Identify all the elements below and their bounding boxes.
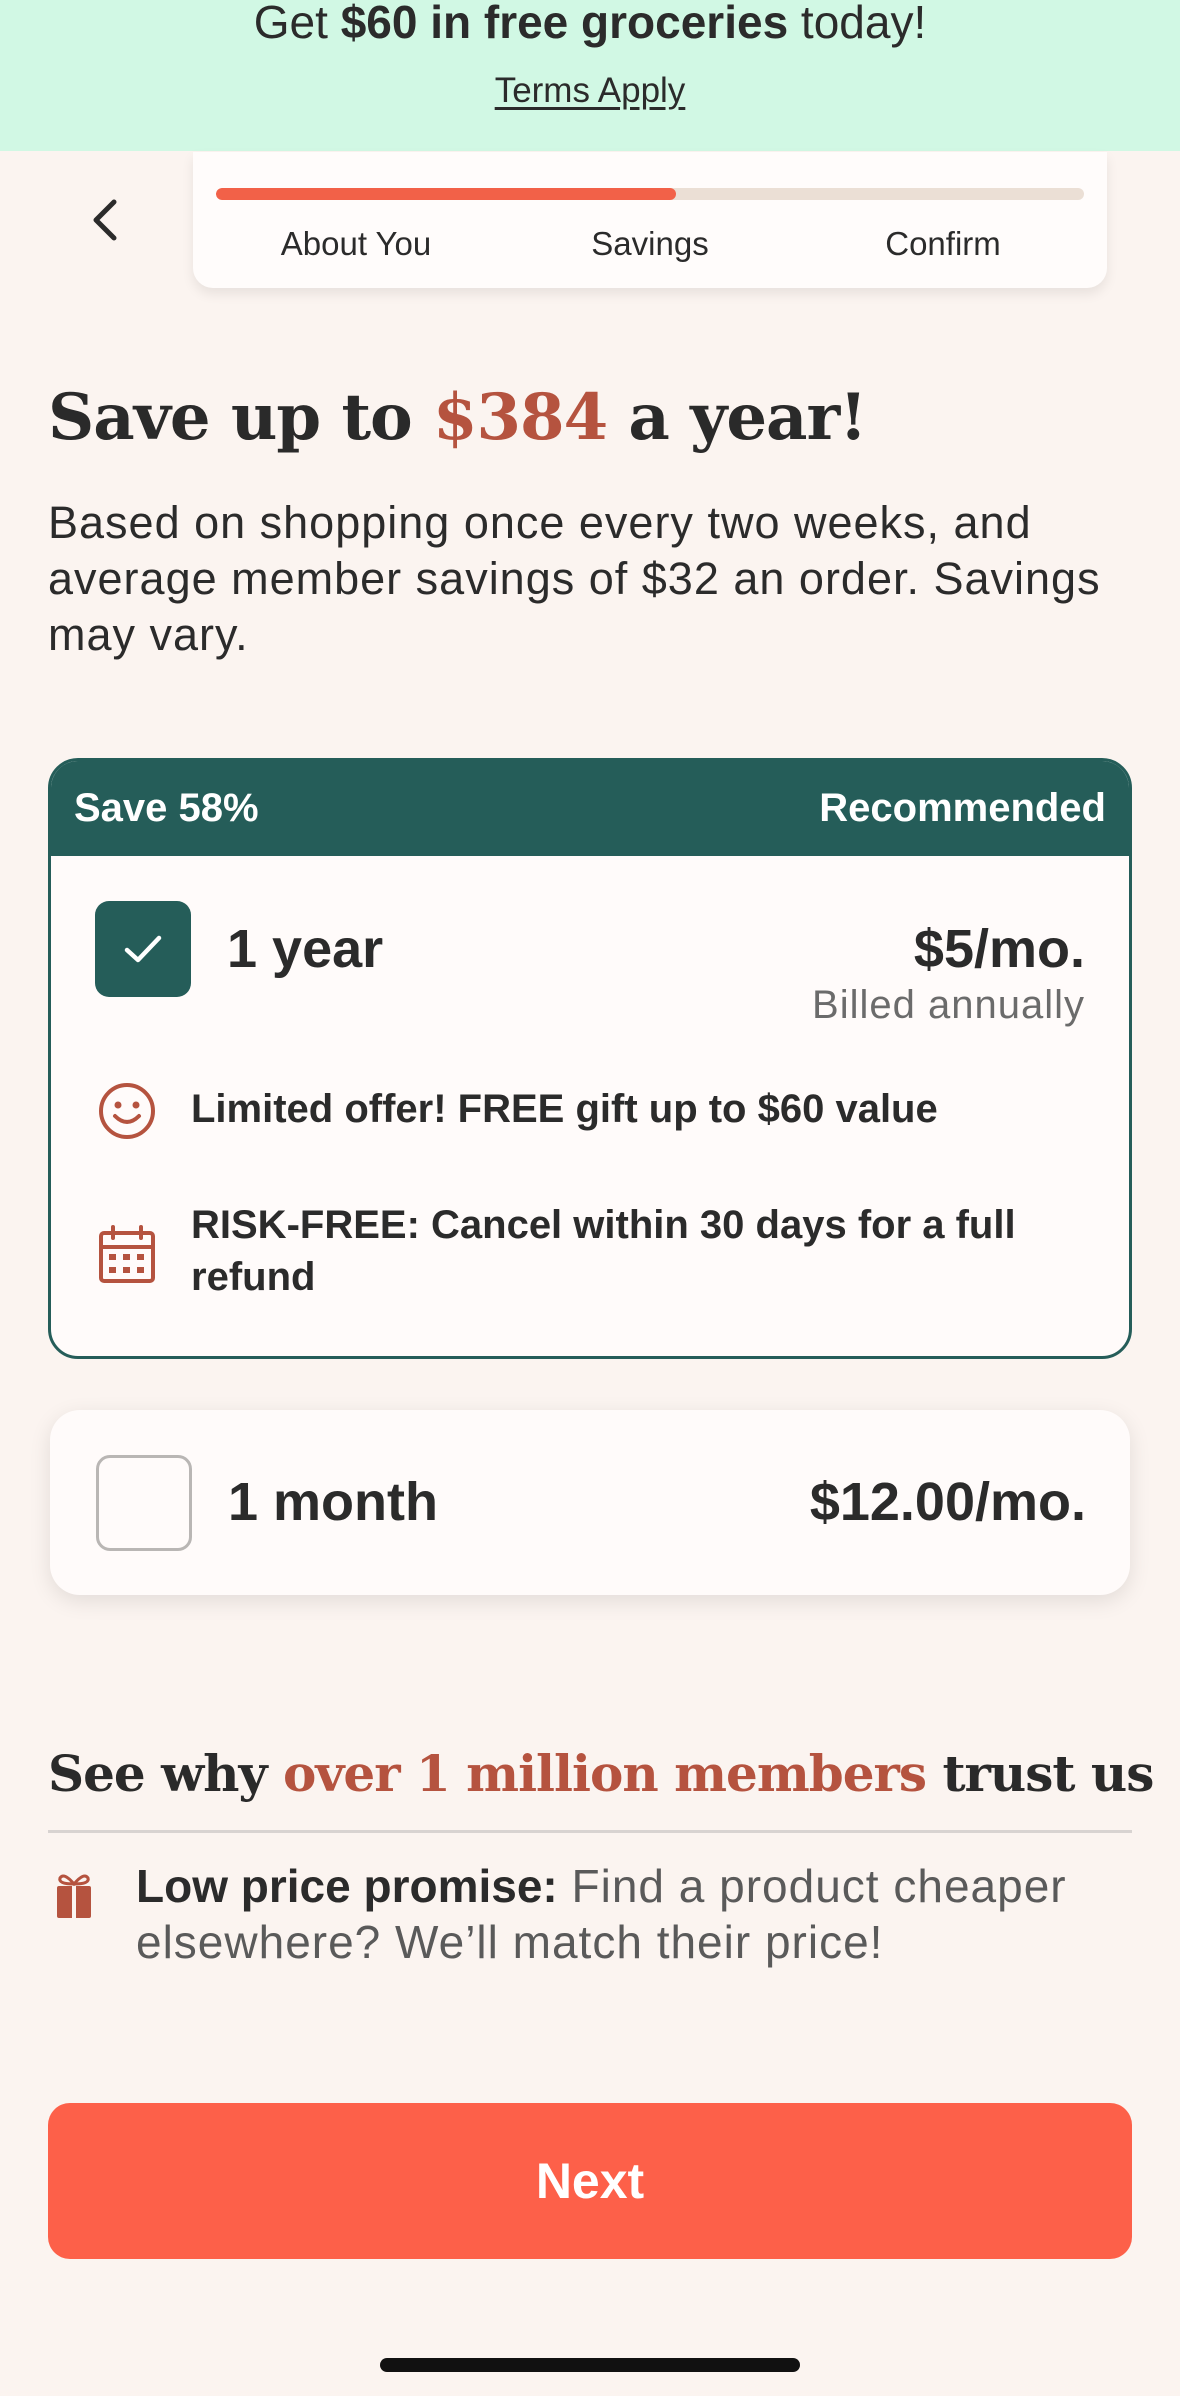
feature-risk-free: RISK-FREE: Cancel within 30 days for a f… — [191, 1203, 1016, 1299]
back-button[interactable] — [70, 185, 140, 255]
plan-annual-name: 1 year — [227, 919, 384, 979]
gift-icon — [57, 1874, 91, 1918]
page-title: Save up to $384 a year! — [48, 378, 867, 458]
chevron-left-icon — [93, 199, 117, 241]
promo-text: Get $60 in free groceries today! — [0, 0, 1180, 50]
step-savings: Savings — [591, 225, 709, 262]
promise-title: Low price promise: — [136, 1860, 558, 1912]
savings-explanation: Based on shopping once every two weeks, … — [48, 497, 1101, 660]
plan-card-annual[interactable]: Save 58% Recommended 1 year $5/mo. Bille… — [48, 758, 1132, 1359]
plan-annual-checkbox[interactable] — [95, 901, 191, 997]
progress-fill — [216, 188, 677, 200]
calendar-icon — [99, 1225, 155, 1283]
progress-stepper: About You Savings Confirm — [193, 152, 1107, 288]
plan-monthly-name: 1 month — [228, 1472, 438, 1532]
trust-heading: See why over 1 million members trust us — [48, 1737, 1154, 1811]
check-icon — [124, 935, 162, 963]
divider — [48, 1830, 1132, 1833]
promo-highlight: $60 in free groceries — [340, 0, 789, 48]
next-button[interactable]: Next — [48, 2103, 1132, 2259]
terms-apply-link[interactable]: Terms Apply — [0, 70, 1180, 112]
recommended-badge: Recommended — [819, 786, 1106, 830]
plan-monthly-checkbox[interactable] — [96, 1455, 192, 1551]
plan-annual-price: $5/mo. — [913, 919, 1085, 979]
promo-prefix: Get — [253, 0, 341, 48]
feature-free-gift: Limited offer! FREE gift up to $60 value — [191, 1087, 938, 1131]
trust-suffix: trust us — [926, 1744, 1154, 1803]
headline-prefix: Save up to — [48, 380, 433, 455]
progress-track — [216, 188, 1084, 200]
promo-suffix: today! — [788, 0, 927, 48]
low-price-promise: Low price promise: Find a product cheape… — [136, 1858, 1126, 1970]
headline-suffix: a year! — [607, 380, 867, 455]
step-about-you: About You — [280, 225, 432, 262]
step-confirm: Confirm — [885, 225, 1001, 262]
plan-annual-header: Save 58% Recommended — [51, 761, 1129, 856]
savings-amount: $384 — [432, 380, 608, 455]
save-percent-label: Save 58% — [74, 786, 259, 830]
trust-prefix: See why — [48, 1744, 283, 1803]
smile-icon — [99, 1083, 155, 1139]
plan-card-monthly[interactable]: 1 month $12.00/mo. — [50, 1410, 1130, 1595]
plan-monthly-price: $12.00/mo. — [809, 1472, 1086, 1532]
promo-banner: Get $60 in free groceries today! Terms A… — [0, 0, 1180, 151]
plan-annual-billing: Billed annually — [812, 983, 1085, 1027]
home-indicator[interactable] — [380, 2358, 800, 2372]
trust-highlight: over 1 million members — [283, 1744, 927, 1803]
